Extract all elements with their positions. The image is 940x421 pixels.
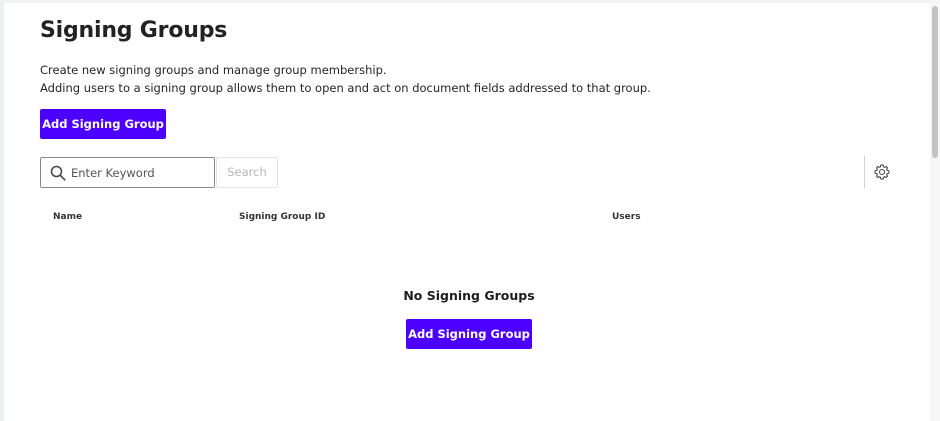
toolbar-divider xyxy=(864,156,865,188)
vertical-scrollbar[interactable] xyxy=(930,0,940,421)
empty-state-add-signing-group-button[interactable]: Add Signing Group xyxy=(406,319,532,349)
scrollbar-thumb[interactable] xyxy=(932,6,938,158)
add-signing-group-button[interactable]: Add Signing Group xyxy=(40,109,166,139)
page-description-line-1: Create new signing groups and manage gro… xyxy=(40,63,387,77)
search-icon xyxy=(50,165,66,181)
column-header-users[interactable]: Users xyxy=(612,212,641,222)
page-title: Signing Groups xyxy=(40,18,228,43)
app-window: Signing Groups Create new signing groups… xyxy=(0,0,940,421)
column-header-name[interactable]: Name xyxy=(53,212,82,222)
column-header-signing-group-id[interactable]: Signing Group ID xyxy=(239,212,325,222)
search-box[interactable] xyxy=(40,157,215,188)
empty-state-title: No Signing Groups xyxy=(403,288,535,303)
page-description-line-2: Adding users to a signing group allows t… xyxy=(40,81,651,95)
top-edge xyxy=(4,0,930,3)
search-input[interactable] xyxy=(71,158,209,187)
search-button[interactable]: Search xyxy=(216,157,278,188)
gear-icon[interactable] xyxy=(873,163,891,181)
left-edge xyxy=(0,0,4,421)
